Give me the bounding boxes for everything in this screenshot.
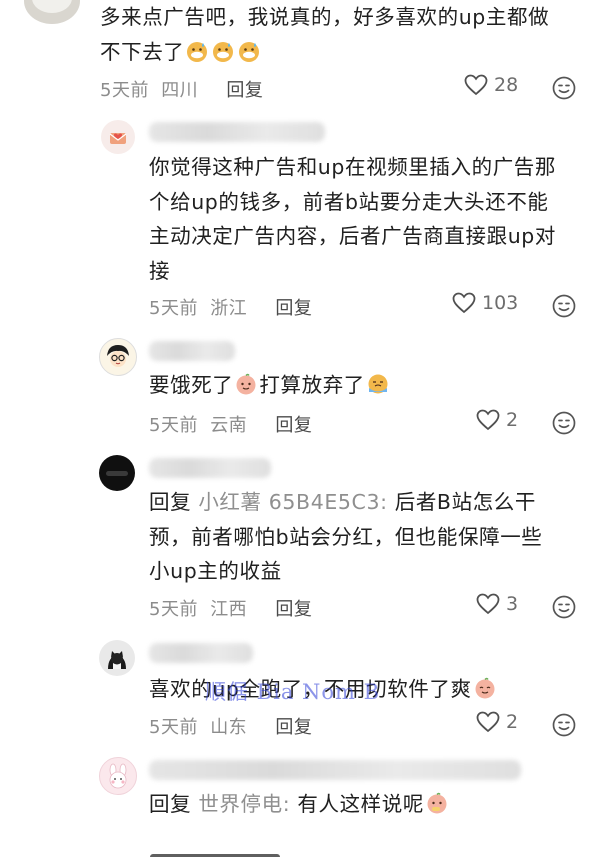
grinning-sweat-emoji-icon — [239, 41, 260, 62]
comment-time: 5天前 — [149, 599, 198, 620]
emoji-reaction-icon[interactable] — [552, 713, 576, 737]
emoji-reaction-icon[interactable] — [552, 595, 576, 619]
avatar[interactable] — [101, 120, 135, 154]
reply-button[interactable]: 回复 — [275, 717, 312, 738]
heart-icon — [476, 593, 500, 615]
avatar[interactable] — [99, 455, 135, 491]
thinking-peach-emoji-icon — [427, 792, 447, 814]
comment-meta: 5天前 江西 回复 — [149, 595, 312, 621]
comment-location: 云南 — [210, 415, 248, 436]
smiling-peach-emoji-icon — [475, 677, 495, 699]
comment-meta: 5天前 浙江 回复 — [149, 294, 312, 320]
emoji-reaction-icon[interactable] — [552, 411, 576, 435]
cartoon-face-icon — [107, 345, 129, 367]
emoji-reaction-icon[interactable] — [552, 294, 576, 318]
comment-time: 5天前 — [149, 717, 198, 738]
comment-text: 回复 世界停电: 有人这样说呢 — [149, 787, 450, 822]
like-button[interactable]: 2 — [476, 409, 518, 431]
cat-avatar-icon — [108, 651, 126, 669]
comment-text: 要饿死了 打算放弃了 — [149, 368, 391, 403]
like-button[interactable]: 3 — [476, 593, 518, 615]
cropped-next-comment — [150, 848, 290, 862]
like-button[interactable]: 28 — [464, 74, 518, 96]
comment-location: 四川 — [161, 80, 199, 101]
like-count: 103 — [482, 292, 519, 314]
grinning-sweat-emoji-icon — [213, 41, 234, 62]
reply-prefix: 回复 — [149, 792, 192, 816]
like-count: 2 — [506, 711, 519, 733]
comment-text: 你觉得这种广告和up在视频里插入的广告那 个给up的钱多，前者b站要分走大头还不… — [149, 155, 557, 283]
username[interactable] — [149, 122, 325, 142]
reply-button[interactable]: 回复 — [275, 599, 312, 620]
username[interactable] — [149, 643, 253, 663]
avatar[interactable] — [24, 0, 80, 24]
comment-location: 山东 — [210, 717, 248, 738]
mention-link[interactable]: 小红薯 65B4E5C3: — [198, 490, 387, 514]
grinning-sweat-emoji-icon — [187, 41, 208, 62]
bunny-avatar-icon — [109, 763, 127, 789]
comment-location: 江西 — [210, 599, 248, 620]
envelope-heart-icon — [109, 133, 127, 144]
avatar[interactable] — [99, 338, 137, 376]
watermark: 順倨 Bia Nom B — [205, 680, 381, 704]
crying-emoji-icon — [368, 374, 388, 394]
reply-button[interactable]: 回复 — [275, 415, 312, 436]
username[interactable] — [149, 458, 271, 478]
heart-icon — [464, 74, 488, 96]
heart-icon — [476, 711, 500, 733]
smiling-peach-emoji-icon — [236, 373, 256, 395]
comment-meta: 5天前 云南 回复 — [149, 411, 312, 437]
reply-button[interactable]: 回复 — [226, 80, 263, 101]
emoji-reaction-icon[interactable] — [552, 76, 576, 100]
heart-icon — [452, 292, 476, 314]
like-count: 28 — [494, 74, 519, 96]
avatar[interactable] — [99, 757, 137, 795]
like-count: 3 — [506, 593, 519, 615]
comment-location: 浙江 — [210, 298, 248, 319]
comment-meta: 5天前 山东 回复 — [149, 713, 312, 739]
reply-prefix: 回复 — [149, 490, 192, 514]
mention-link[interactable]: 世界停电: — [198, 792, 290, 816]
comment-meta: 5天前 四川 回复 — [100, 76, 263, 102]
username[interactable] — [149, 760, 521, 780]
comment-time: 5天前 — [149, 298, 198, 319]
like-button[interactable]: 103 — [452, 292, 518, 314]
heart-icon — [476, 409, 500, 431]
like-button[interactable]: 2 — [476, 711, 518, 733]
comment-text: 回复 小红薯 65B4E5C3: 后者B站怎么干 预，前者哪怕b站会分红，但也能… — [149, 490, 543, 583]
comment-text: 多来点广告吧，我说真的，好多喜欢的up主都做 不下去了 — [100, 5, 550, 64]
comment-time: 5天前 — [100, 80, 149, 101]
reply-button[interactable]: 回复 — [275, 298, 312, 319]
like-count: 2 — [506, 409, 519, 431]
avatar[interactable] — [99, 640, 135, 676]
username[interactable] — [149, 341, 235, 361]
comment-time: 5天前 — [149, 415, 198, 436]
